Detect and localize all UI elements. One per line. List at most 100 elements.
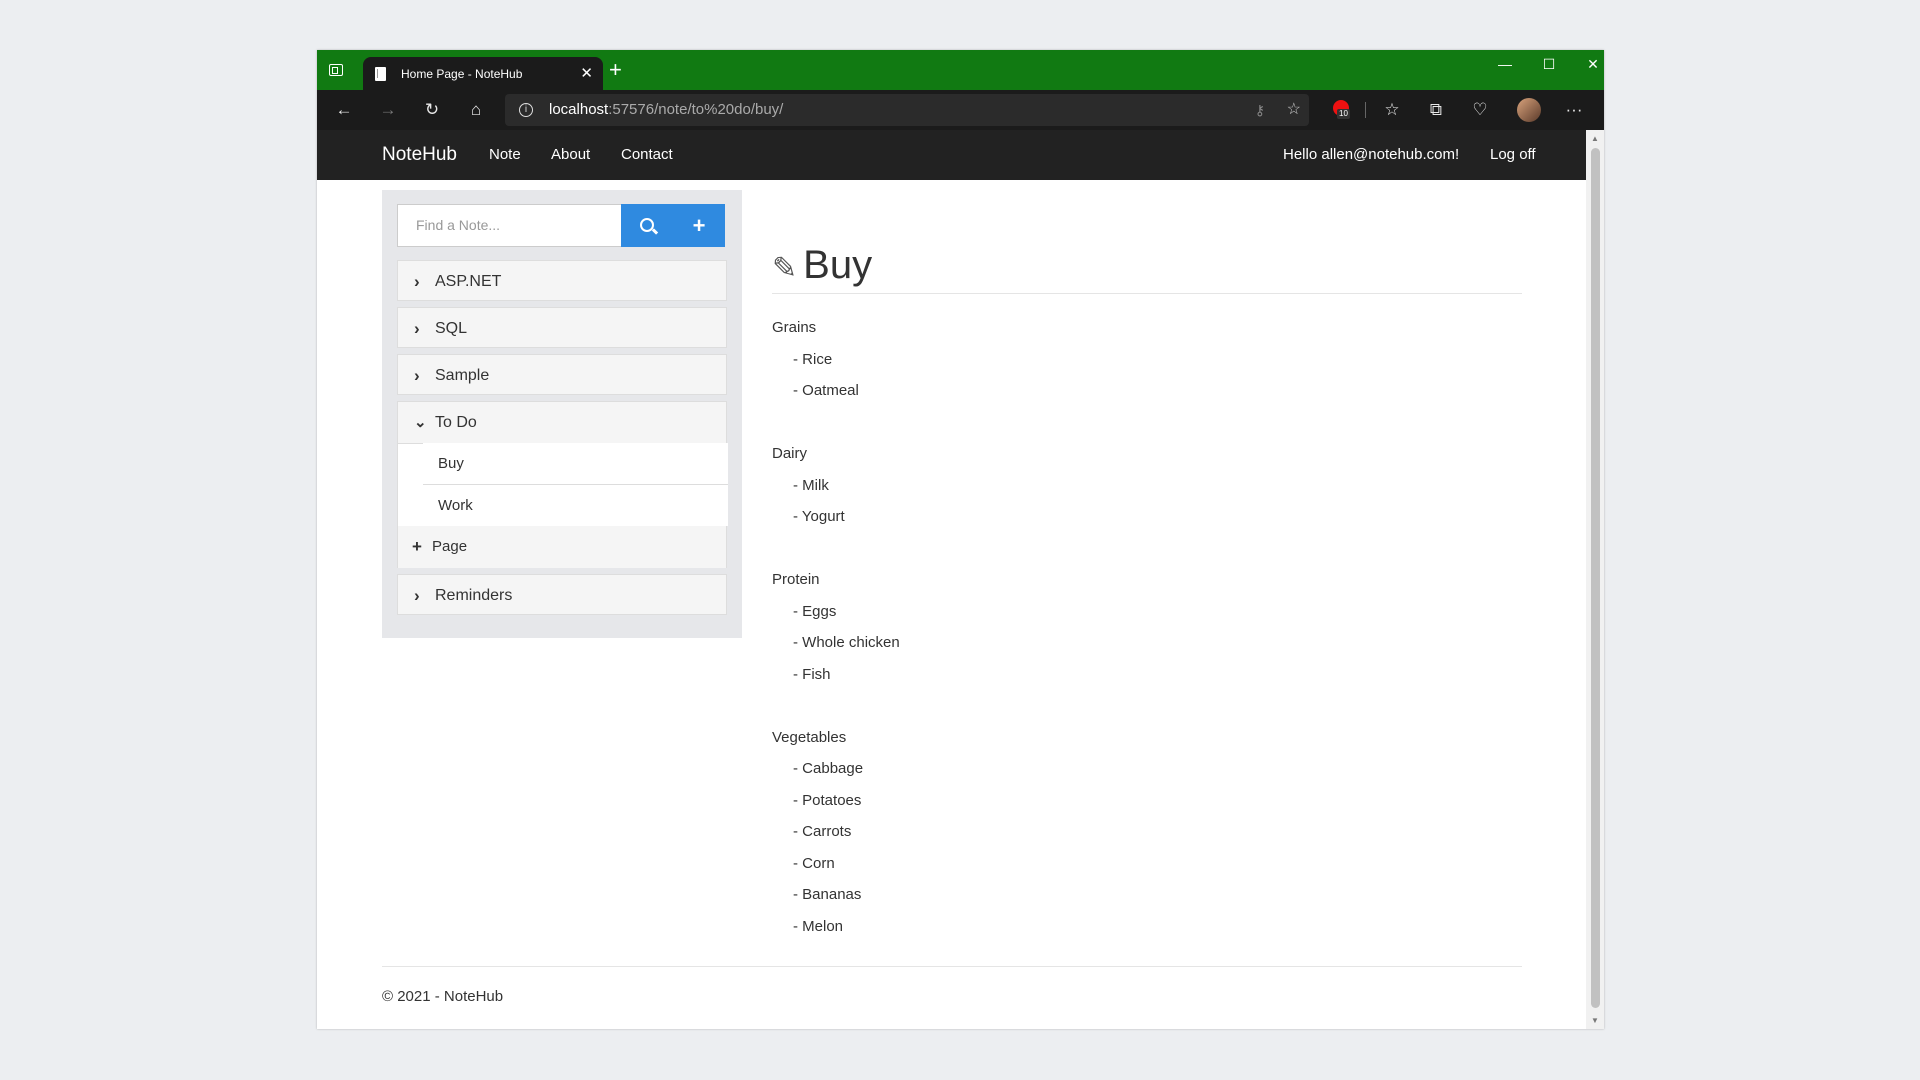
nav-contact[interactable]: Contact [621, 130, 673, 180]
extension-icon[interactable]: 10 [1333, 100, 1350, 119]
category-label: SQL [435, 320, 468, 337]
search-button[interactable] [621, 204, 673, 247]
list-bullet: - [793, 760, 803, 777]
favorites-icon[interactable]: ☆ [1380, 98, 1404, 122]
category-label: Reminders [435, 587, 513, 604]
list-item-text: Eggs [802, 602, 837, 620]
tab-title: Home Page - NoteHub [401, 67, 523, 81]
category-sql[interactable]: › SQL [397, 307, 727, 348]
list-item-text: Rice [802, 350, 833, 368]
chevron-right-icon: › [414, 319, 420, 338]
note-title: ✎ Buy [772, 240, 872, 294]
add-note-button[interactable]: + [673, 204, 725, 247]
note-list-item: - Fish [793, 665, 831, 685]
note-section-heading: Dairy [772, 445, 808, 462]
list-bullet: - [793, 476, 803, 494]
add-favorite-icon[interactable]: ☆ [1287, 94, 1301, 126]
browser-window: Home Page - NoteHub ✕ + — ☐ ✕ ← → ↻ ⌂ i … [317, 50, 1604, 1029]
site-info-icon[interactable]: i [519, 103, 533, 117]
search-input[interactable]: Find a Note... [397, 204, 622, 247]
scrollbar-thumb[interactable] [1591, 148, 1600, 1008]
list-item-text: Milk [802, 476, 829, 494]
new-tab-icon[interactable]: + [609, 56, 622, 84]
list-bullet: - [793, 602, 803, 620]
list-bullet: - [793, 886, 803, 903]
page-viewport: NoteHub Note About Contact Hello allen@n… [317, 130, 1586, 1029]
category-aspnet[interactable]: › ASP.NET [397, 260, 727, 301]
minimize-icon[interactable]: — [1490, 54, 1520, 74]
note-list-item: - Cabbage [793, 759, 863, 779]
add-page-button[interactable]: + Page [398, 526, 726, 568]
list-bullet: - [793, 823, 803, 840]
category-sample[interactable]: › Sample [397, 354, 727, 395]
note-list-item: - Rice [793, 350, 832, 370]
logoff-link[interactable]: Log off [1490, 130, 1536, 180]
user-greeting[interactable]: Hello allen@notehub.com! [1283, 130, 1459, 180]
title-bar: Home Page - NoteHub ✕ + — ☐ ✕ [317, 50, 1604, 91]
note-list-item: - Bananas [793, 885, 861, 905]
close-window-icon[interactable]: ✕ [1578, 54, 1604, 74]
forward-icon[interactable]: → [376, 98, 400, 122]
sidebar: Find a Note... + › ASP.NET › SQL › Sampl… [382, 190, 742, 638]
category-label: To Do [435, 414, 477, 431]
category-reminders[interactable]: › Reminders [397, 574, 727, 615]
note-list-item: - Milk [793, 476, 829, 496]
scroll-up-icon[interactable]: ▲ [1586, 134, 1604, 143]
profile-avatar[interactable] [1517, 98, 1541, 122]
search-icon [640, 218, 654, 232]
list-bullet: - [793, 665, 803, 683]
list-item-text: Corn [802, 854, 835, 872]
page-item-buy[interactable]: Buy [423, 443, 728, 485]
plus-icon: + [692, 213, 706, 238]
plus-icon: + [412, 537, 422, 556]
brand-link[interactable]: NoteHub [382, 130, 457, 180]
list-item-text: Melon [802, 917, 844, 935]
list-bullet: - [793, 634, 803, 651]
back-icon[interactable]: ← [332, 98, 356, 122]
nav-about[interactable]: About [551, 130, 590, 180]
chevron-right-icon: › [414, 586, 420, 605]
browser-essentials-icon[interactable]: ♡ [1468, 98, 1492, 122]
note-title-text: Buy [803, 243, 873, 287]
site-navbar: NoteHub Note About Contact Hello allen@n… [317, 130, 1586, 180]
url-path: :57576/note/to%20do/buy/ [608, 101, 784, 118]
scroll-down-icon[interactable]: ▼ [1586, 1016, 1604, 1025]
page-label: Buy [438, 455, 464, 472]
list-item-text: Whole chicken [802, 634, 900, 651]
list-bullet: - [793, 382, 803, 399]
more-icon[interactable]: ··· [1562, 98, 1586, 122]
page-icon [375, 67, 386, 81]
note-list-item: - Yogurt [793, 507, 845, 527]
category-label: Sample [435, 367, 490, 384]
page-scrollbar[interactable]: ▲ ▼ [1586, 130, 1604, 1029]
chevron-right-icon: › [414, 272, 420, 291]
note-list-item: - Carrots [793, 822, 851, 842]
chevron-down-icon: ⌄ [414, 414, 427, 431]
list-item-text: Carrots [802, 823, 852, 840]
list-item-text: Bananas [802, 886, 862, 903]
list-item-text: Oatmeal [802, 382, 859, 399]
extension-badge: 10 [1337, 109, 1350, 119]
home-icon[interactable]: ⌂ [464, 98, 488, 122]
key-icon[interactable]: ⚷ [1255, 94, 1265, 126]
page-item-work[interactable]: Work [423, 485, 728, 526]
maximize-icon[interactable]: ☐ [1534, 54, 1564, 74]
category-todo[interactable]: ⌄ To Do [398, 402, 726, 444]
chevron-right-icon: › [414, 366, 420, 385]
note-list-item: - Eggs [793, 602, 836, 622]
pencil-icon[interactable]: ✎ [772, 244, 797, 294]
list-bullet: - [793, 854, 803, 872]
list-bullet: - [793, 508, 802, 525]
footer-text: © 2021 - NoteHub [382, 988, 504, 1005]
note-section-heading: Protein [772, 571, 820, 588]
tab-actions-icon[interactable] [329, 64, 343, 76]
url-text: localhost:57576/note/to%20do/buy/ [549, 94, 783, 126]
refresh-icon[interactable]: ↻ [420, 98, 444, 122]
note-section-heading: Grains [772, 319, 817, 336]
tab-close-icon[interactable]: ✕ [580, 57, 593, 91]
note-list-item: - Corn [793, 854, 835, 874]
nav-note[interactable]: Note [489, 130, 521, 180]
address-bar[interactable]: i localhost:57576/note/to%20do/buy/ ⚷ ☆ [505, 94, 1309, 126]
browser-tab[interactable]: Home Page - NoteHub ✕ [363, 57, 603, 91]
collections-icon[interactable]: ⧉ [1424, 98, 1448, 122]
